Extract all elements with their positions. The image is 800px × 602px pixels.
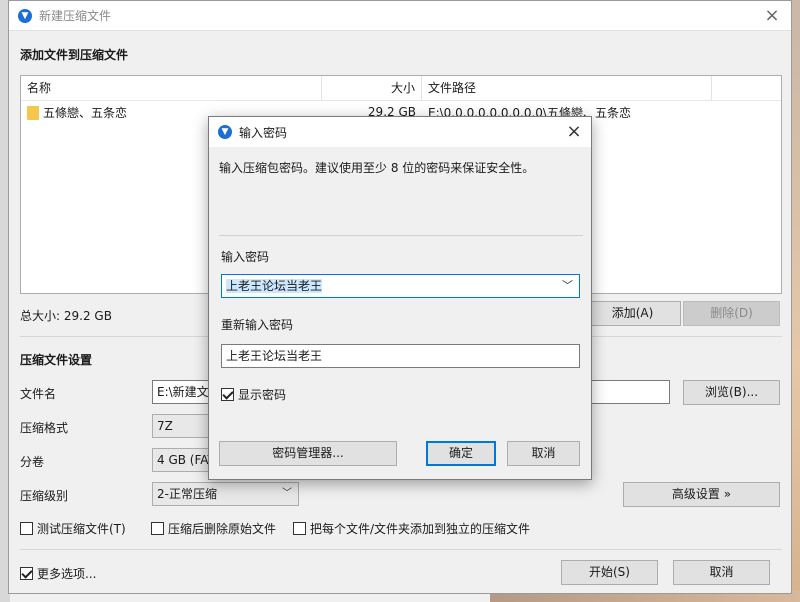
checkbox-label: 更多选项... [37, 567, 97, 581]
window-title: 新建压缩文件 [39, 9, 112, 23]
checkbox-label: 压缩后删除原始文件 [168, 522, 277, 536]
more-options-checkbox[interactable]: 更多选项... [20, 565, 96, 582]
volume-select-value: 4 GB (FAT [157, 453, 215, 467]
close-icon[interactable]: × [761, 6, 783, 26]
format-select-value: 7Z [157, 419, 173, 433]
start-button[interactable]: 开始(S) [561, 560, 658, 585]
dialog-content: 输入压缩包密码。建议使用至少 8 位的密码来保证安全性。 输入密码 上老王论坛当… [209, 147, 591, 480]
dialog-title-bar: ▼ 输入密码 × [209, 117, 591, 147]
separate-archives-checkbox[interactable]: 把每个文件/文件夹添加到独立的压缩文件 [293, 520, 530, 537]
dialog-description: 输入压缩包密码。建议使用至少 8 位的密码来保证安全性。 [219, 161, 535, 175]
chevron-down-icon[interactable]: ﹀ [562, 275, 573, 297]
test-archive-checkbox[interactable]: 测试压缩文件(T) [20, 520, 126, 537]
checkbox-label: 测试压缩文件(T) [37, 522, 126, 536]
add-button[interactable]: 添加(A) [584, 301, 681, 326]
divider [20, 549, 782, 550]
file-list-header: 名称 大小 文件路径 [21, 76, 781, 101]
password-manager-button[interactable]: 密码管理器... [219, 441, 397, 466]
app-logo-icon: ▼ [218, 125, 232, 139]
delete-button[interactable]: 删除(D) [683, 301, 780, 326]
section-settings-title: 压缩文件设置 [20, 353, 93, 367]
dialog-title: 输入密码 [239, 125, 288, 140]
section-add-title: 添加文件到压缩文件 [20, 48, 129, 62]
checkbox-box [20, 522, 33, 535]
checkbox-box [151, 522, 164, 535]
checkbox-label: 把每个文件/文件夹添加到独立的压缩文件 [310, 522, 531, 536]
checkbox-box-checked [20, 567, 33, 580]
divider [219, 235, 583, 236]
checkbox-box [293, 522, 306, 535]
level-select-value: 2-正常压缩 [157, 487, 217, 501]
list-item-name: 五條戀、五条恋 [43, 105, 128, 120]
filename-label: 文件名 [20, 387, 57, 401]
folder-icon [27, 106, 39, 120]
password-label: 输入密码 [221, 250, 270, 264]
dialog-cancel-button[interactable]: 取消 [507, 441, 580, 466]
volume-label: 分卷 [20, 455, 45, 469]
format-label: 压缩格式 [20, 421, 69, 435]
checkbox-label: 显示密码 [238, 388, 287, 402]
close-icon[interactable]: × [563, 121, 585, 143]
browse-button[interactable]: 浏览(B)... [683, 380, 780, 405]
chevron-down-icon: ﹀ [282, 488, 292, 499]
cancel-button[interactable]: 取消 [673, 560, 770, 585]
column-header-size[interactable]: 大小 [322, 76, 422, 101]
level-select[interactable]: 2-正常压缩 ﹀ [152, 482, 299, 506]
reenter-password-label: 重新输入密码 [221, 318, 294, 332]
title-bar: ▼ 新建压缩文件 × [9, 1, 791, 31]
total-size-label: 总大小: 29.2 GB [20, 309, 112, 323]
password-input-value: 上老王论坛当老王 [226, 279, 323, 293]
password-input[interactable]: 上老王论坛当老王 ﹀ [221, 274, 580, 298]
show-password-checkbox[interactable]: 显示密码 [221, 386, 286, 403]
column-header-name[interactable]: 名称 [21, 76, 322, 101]
ok-button[interactable]: 确定 [426, 441, 496, 466]
password-dialog: ▼ 输入密码 × 输入压缩包密码。建议使用至少 8 位的密码来保证安全性。 输入… [208, 116, 592, 480]
app-logo-icon: ▼ [18, 8, 32, 23]
column-header-path[interactable]: 文件路径 [422, 76, 712, 101]
checkbox-box-checked [221, 388, 234, 401]
level-label: 压缩级别 [20, 489, 69, 503]
reenter-password-input[interactable]: 上老王论坛当老王 [221, 344, 580, 368]
delete-after-checkbox[interactable]: 压缩后删除原始文件 [151, 520, 276, 537]
column-header-spacer [712, 76, 781, 101]
advanced-settings-button[interactable]: 高级设置 » [623, 482, 780, 507]
